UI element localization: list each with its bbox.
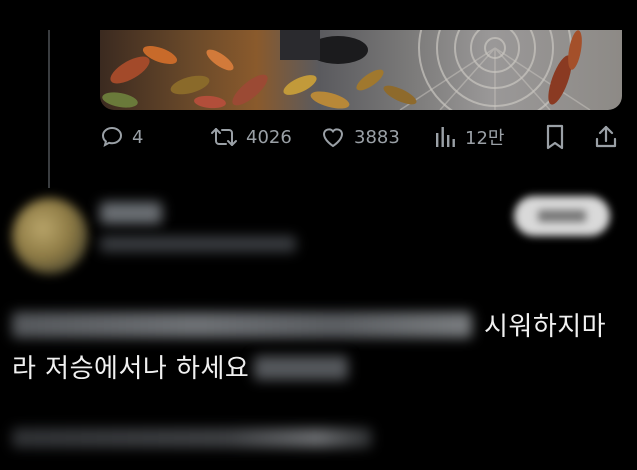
reply-text-line2: 라 저승에서나 하세요	[12, 354, 250, 384]
post-media-image[interactable]	[100, 30, 622, 110]
repost-count: 4026	[246, 126, 292, 148]
reply-meta-redacted	[12, 428, 372, 448]
share-button[interactable]	[594, 122, 618, 152]
repost-icon	[210, 125, 238, 149]
views-count: 12만	[465, 128, 505, 149]
reply-post[interactable]: 시워하지마 라 저승에서나 하세요	[0, 188, 637, 470]
heart-icon	[320, 125, 346, 149]
reply-text-redacted-part2	[254, 356, 348, 380]
share-icon	[594, 124, 618, 150]
thread-connector-line	[48, 30, 50, 188]
like-button[interactable]: 3883	[320, 122, 400, 152]
author-handle-redacted	[100, 236, 296, 252]
avatar[interactable]	[12, 198, 88, 274]
reply-count: 4	[132, 126, 144, 148]
media-illustration	[102, 30, 591, 110]
repost-button[interactable]: 4026	[210, 122, 292, 152]
author-name-redacted[interactable]	[100, 202, 162, 224]
like-count: 3883	[354, 126, 400, 148]
reply-button[interactable]: 4	[100, 122, 143, 152]
views-button[interactable]: 12만	[433, 122, 504, 152]
follow-button-redacted[interactable]	[514, 196, 610, 236]
reply-icon	[100, 125, 124, 149]
follow-button-label-redacted	[538, 210, 586, 222]
reply-text-line1: 시워하지마	[484, 312, 607, 342]
post-action-bar: 4 4026 3883 12만	[100, 122, 622, 152]
bookmark-icon	[544, 124, 566, 150]
views-icon	[433, 125, 457, 149]
reply-text-redacted-part1	[12, 312, 472, 338]
bookmark-button[interactable]	[544, 122, 566, 152]
